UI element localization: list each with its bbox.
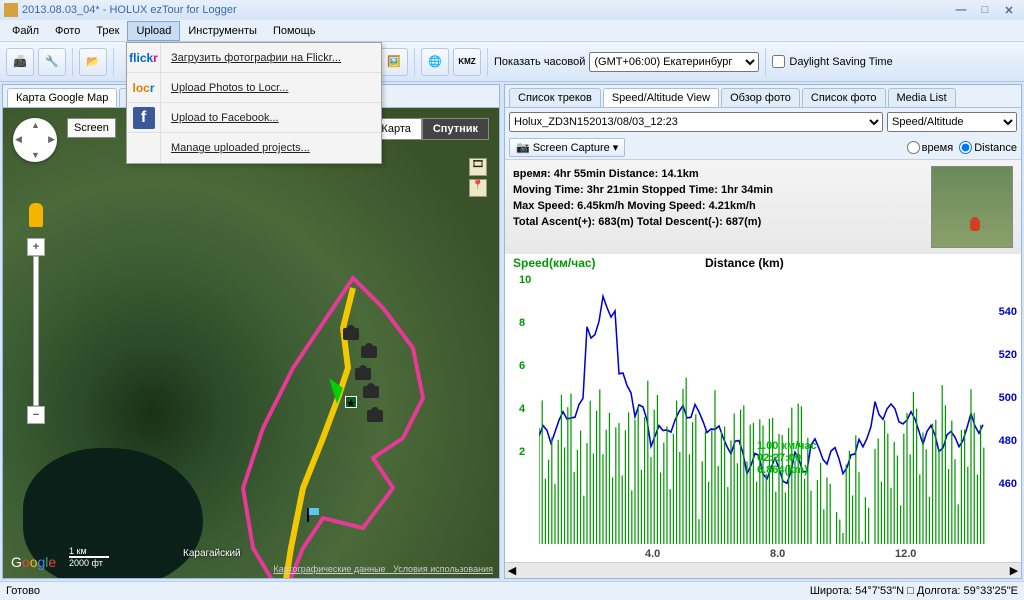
screen-capture-button[interactable]: 📷 Screen Capture ▾ xyxy=(509,138,625,157)
upload-locr-label: Upload Photos to Locr... xyxy=(161,82,298,94)
right-panel: Список треков Speed/Altitude View Обзор … xyxy=(504,84,1022,579)
maximize-button[interactable]: □ xyxy=(974,3,996,17)
track-overlay xyxy=(3,108,499,578)
timezone-select[interactable]: (GMT+06:00) Екатеринбург xyxy=(589,52,759,72)
map-film-icon[interactable]: 🎞 xyxy=(469,158,487,176)
upload-facebook-label: Upload to Facebook... xyxy=(161,112,289,124)
upload-manage-label: Manage uploaded projects... xyxy=(161,142,320,154)
menu-photo[interactable]: Фото xyxy=(47,22,88,40)
stat-line-3: Max Speed: 6.45km/h Moving Speed: 4.21km… xyxy=(513,198,925,214)
map-type-switch: Карта Спутник xyxy=(370,118,489,140)
dst-checkbox[interactable] xyxy=(772,55,785,68)
upload-locr-item[interactable]: locr Upload Photos to Locr... xyxy=(127,73,381,103)
tab-speed-altitude[interactable]: Speed/Altitude View xyxy=(603,88,719,107)
flag-marker[interactable] xyxy=(307,508,321,522)
chart-ylabel: Speed(км/час) xyxy=(513,256,596,270)
map-view[interactable]: ★ ▲▼ ◀▶ + − Screen Карта xyxy=(3,108,499,578)
tab-photo-list[interactable]: Список фото xyxy=(802,88,886,107)
timezone-label: Показать часовой xyxy=(494,56,585,68)
dst-label: Daylight Saving Time xyxy=(789,56,892,68)
locr-icon: locr xyxy=(127,73,161,103)
tab-media-list[interactable]: Media List xyxy=(888,88,956,107)
camera-marker[interactable] xyxy=(363,386,379,398)
camera-marker[interactable] xyxy=(355,368,371,380)
stats-box: время: 4hr 55min Distance: 14.1km Moving… xyxy=(505,160,1021,254)
status-lon: Долгота: 59°33'25"E xyxy=(917,585,1018,597)
tool-earth-icon[interactable]: 🌐 xyxy=(421,48,449,76)
menu-upload[interactable]: Upload xyxy=(127,21,180,41)
stat-line-4: Total Ascent(+): 683(m) Total Descent(-)… xyxy=(513,214,925,230)
map-pin-icon[interactable]: 📍 xyxy=(469,179,487,197)
zoom-out-button[interactable]: − xyxy=(27,406,45,424)
manage-icon xyxy=(127,133,161,163)
tool-open-icon[interactable]: 📂 xyxy=(79,48,107,76)
menu-tools[interactable]: Инструменты xyxy=(180,22,265,40)
pegman-icon[interactable] xyxy=(29,203,43,227)
tool-config-icon[interactable]: 🔧 xyxy=(38,48,66,76)
zoom-in-button[interactable]: + xyxy=(27,238,45,256)
minimize-button[interactable]: — xyxy=(950,3,972,17)
tab-photo-review[interactable]: Обзор фото xyxy=(721,88,800,107)
window-title: 2013.08.03_04* - HOLUX ezTour for Logger xyxy=(22,4,237,16)
menu-help[interactable]: Помощь xyxy=(265,22,324,40)
app-icon xyxy=(4,3,18,17)
close-button[interactable]: ✕ xyxy=(998,3,1020,17)
camera-marker[interactable] xyxy=(361,346,377,358)
chart-scrollbar[interactable]: ◀▶ xyxy=(505,562,1021,578)
map-type-satellite[interactable]: Спутник xyxy=(422,118,489,140)
tool-photo-icon[interactable]: 🖼️ xyxy=(380,48,408,76)
facebook-icon: f xyxy=(127,103,161,133)
screen-button[interactable]: Screen xyxy=(67,118,116,138)
flickr-icon: flickr xyxy=(127,43,161,73)
stat-line-2: Moving Time: 3hr 21min Stopped Time: 1hr… xyxy=(513,182,925,198)
track-select[interactable]: Holux_ZD3N152013/08/03_12:23 xyxy=(509,112,883,132)
status-lat: Широта: 54°7'53"N xyxy=(810,585,904,597)
speed-altitude-chart[interactable]: Speed(км/час) Distance (km) 10 8 6 xyxy=(505,254,1021,562)
upload-flickr-item[interactable]: flickr Загрузить фотографии на Flickr... xyxy=(127,43,381,73)
map-scale: 1 км 2000 фт xyxy=(69,546,109,568)
star-marker[interactable]: ★ xyxy=(345,396,357,408)
upload-flickr-label: Загрузить фотографии на Flickr... xyxy=(161,52,351,64)
google-logo: Google xyxy=(11,554,56,570)
upload-dropdown: flickr Загрузить фотографии на Flickr...… xyxy=(126,42,382,164)
status-ready: Готово xyxy=(6,585,40,597)
stat-line-1: время: 4hr 55min Distance: 14.1km xyxy=(513,166,925,182)
tab-google-map[interactable]: Карта Google Map xyxy=(7,88,117,107)
menu-track[interactable]: Трек xyxy=(88,22,127,40)
menubar: Файл Фото Трек Upload Инструменты Помощь xyxy=(0,20,1024,42)
chart-annotation: 1.00 км/час02:27:006.864(km) xyxy=(757,440,817,476)
map-attribution[interactable]: Картографические данные Условия использо… xyxy=(273,564,493,574)
yaxis-select[interactable]: Speed/Altitude xyxy=(887,112,1017,132)
statusbar: Готово Широта: 54°7'53"N □ Долгота: 59°3… xyxy=(0,581,1024,600)
pan-control[interactable]: ▲▼ ◀▶ xyxy=(13,118,57,162)
map-place-label: Карагайский xyxy=(183,548,241,559)
radio-time[interactable]: время xyxy=(907,141,954,154)
chart-xlabel: Distance (km) xyxy=(705,256,784,270)
titlebar: 2013.08.03_04* - HOLUX ezTour for Logger… xyxy=(0,0,1024,20)
tab-track-list[interactable]: Список треков xyxy=(509,88,601,107)
camera-marker[interactable] xyxy=(367,410,383,422)
tool-scanner-icon[interactable]: 📠 xyxy=(6,48,34,76)
menu-file[interactable]: Файл xyxy=(4,22,47,40)
camera-marker[interactable] xyxy=(343,328,359,340)
tool-kmz-icon[interactable]: KMZ xyxy=(453,48,481,76)
upload-manage-item[interactable]: Manage uploaded projects... xyxy=(127,133,381,163)
photo-thumbnail[interactable] xyxy=(931,166,1013,248)
upload-facebook-item[interactable]: f Upload to Facebook... xyxy=(127,103,381,133)
zoom-control[interactable]: + − xyxy=(27,238,45,424)
radio-distance[interactable]: Distance xyxy=(959,141,1017,154)
